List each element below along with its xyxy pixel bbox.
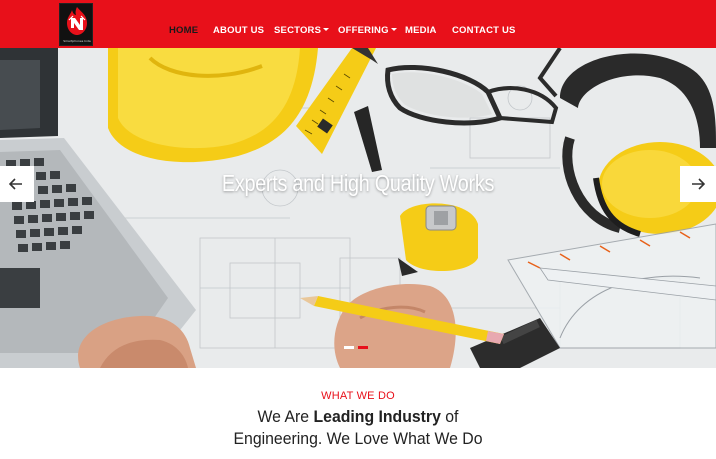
section-eyebrow: WHAT WE DO — [321, 390, 395, 402]
nav-item-sectors[interactable]: SECTORS — [274, 25, 330, 36]
nav-item-media[interactable]: MEDIA — [405, 25, 437, 36]
slider-prev-button[interactable] — [0, 166, 34, 202]
chevron-down-icon — [390, 27, 397, 31]
chevron-down-icon — [323, 27, 330, 31]
nav-label-sectors: SECTORS — [274, 25, 322, 36]
nav-item-about-us[interactable]: ABOUT US — [213, 25, 264, 36]
hero-background-image — [0, 48, 716, 368]
nav-item-offering[interactable]: OFFERING — [338, 25, 397, 36]
slider-dot-2[interactable] — [358, 346, 368, 349]
heading-line-2: Engineering. We Love What We Do — [233, 429, 483, 448]
arrow-right-icon — [692, 178, 705, 190]
site-header: Smartphones Inda HOME ABOUT US SECTORS O… — [0, 0, 716, 48]
nav-label-contact-us: CONTACT US — [452, 25, 516, 36]
slider-next-button[interactable] — [680, 166, 716, 202]
nav-item-contact-us[interactable]: CONTACT US — [452, 25, 516, 36]
section-heading: We Are Leading Industry of Engineering. … — [25, 406, 691, 450]
nav-label-offering: OFFERING — [338, 25, 389, 36]
heading-bold: Leading Industry — [313, 407, 441, 426]
nav-label-home: HOME — [169, 25, 199, 36]
hero-slider: Experts and High Quality Works — [0, 48, 716, 368]
flame-logo-icon — [67, 7, 87, 35]
nav-label-about-us: ABOUT US — [213, 25, 265, 36]
brand-tagline: Smartphones Inda — [63, 40, 91, 43]
hero-title: Experts and High Quality Works — [221, 170, 495, 196]
heading-pre: We Are — [257, 407, 314, 426]
arrow-left-icon — [9, 178, 22, 190]
brand-logo[interactable]: Smartphones Inda — [59, 3, 93, 46]
nav-item-home[interactable]: HOME — [169, 25, 198, 36]
heading-post: of — [440, 407, 459, 426]
nav-label-media: MEDIA — [405, 25, 437, 36]
slider-dot-1[interactable] — [344, 346, 354, 349]
